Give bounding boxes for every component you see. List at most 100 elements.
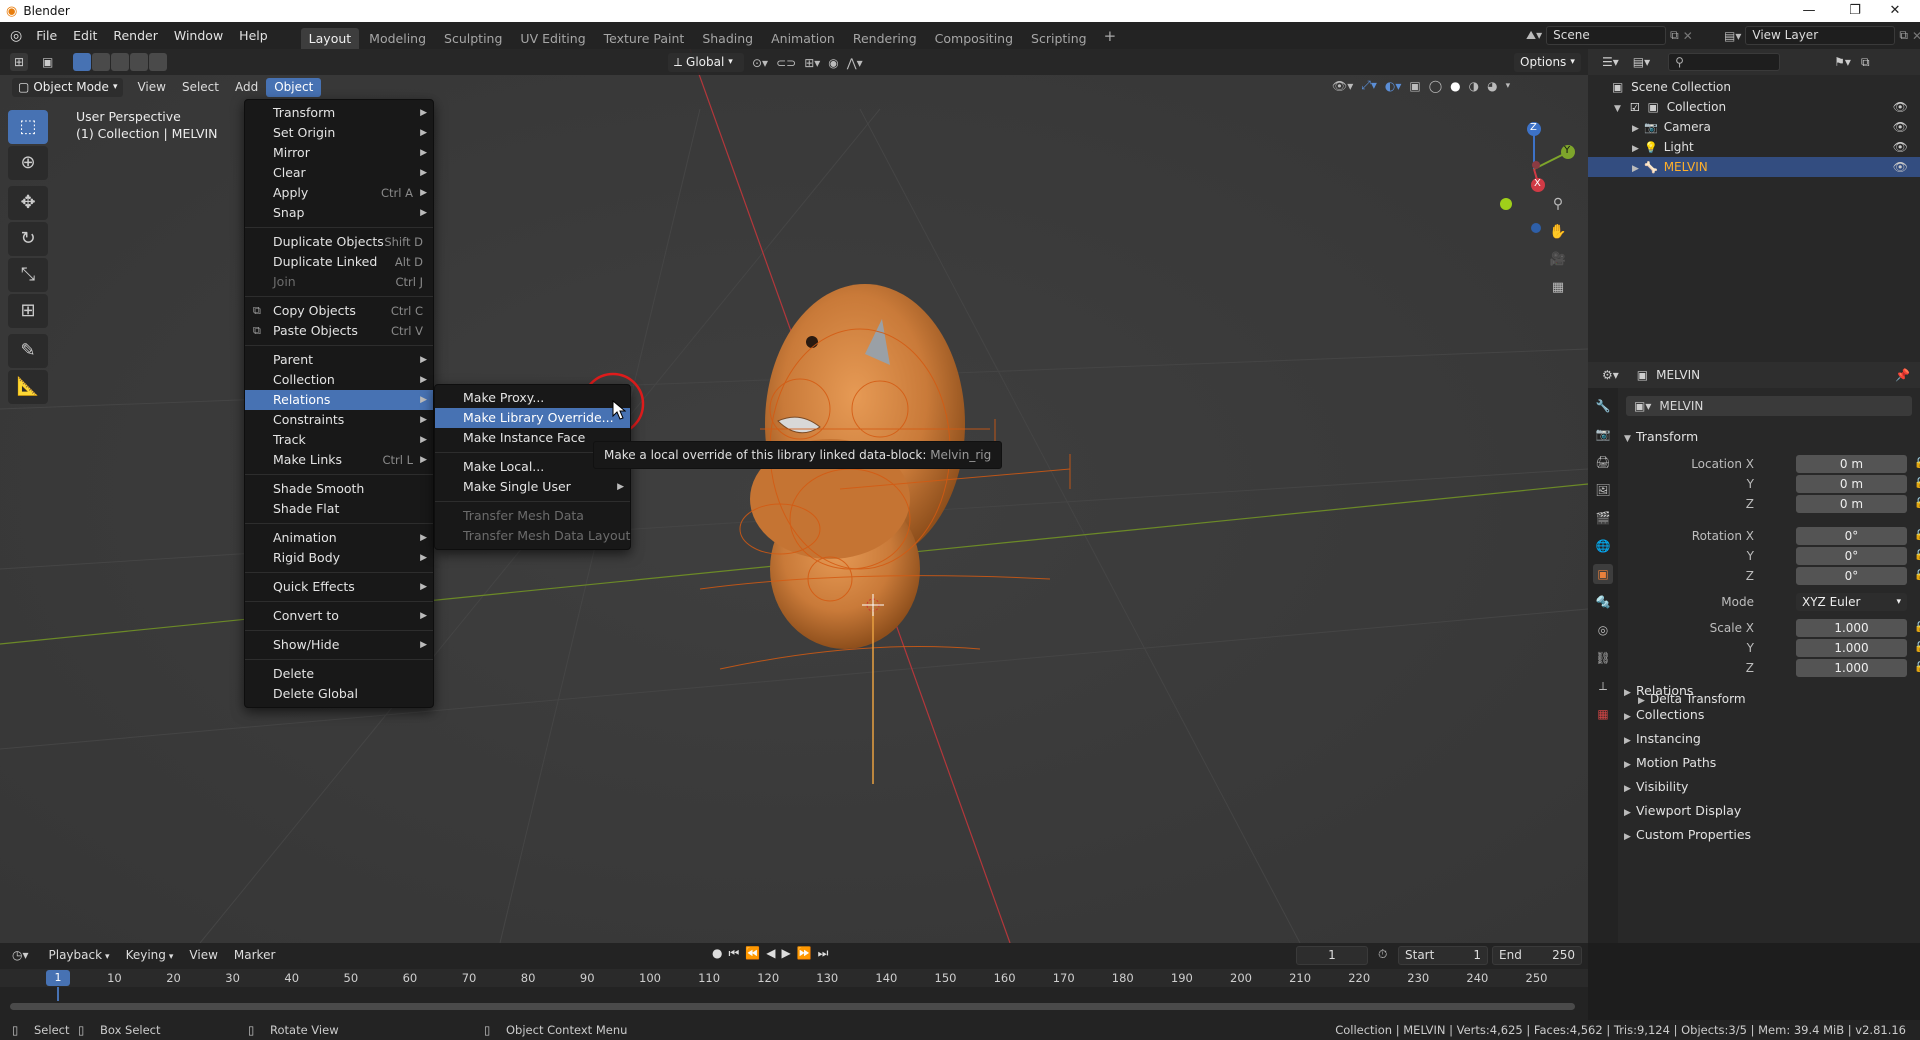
panel-motion-paths[interactable]: ▶ Motion Paths [1624, 752, 1716, 774]
record-icon[interactable]: ● [712, 946, 722, 961]
object-menu-item-duplicate-linked[interactable]: Duplicate Linked Alt D [245, 252, 433, 272]
select-invert-icon[interactable] [130, 53, 149, 71]
scale-tool[interactable]: ⤡ [8, 258, 48, 292]
start-frame-field[interactable]: Start 1 [1398, 946, 1488, 965]
select-intersect-icon[interactable] [149, 53, 168, 71]
menu-file[interactable]: File [28, 22, 65, 49]
tab-animation[interactable]: Animation [763, 28, 843, 49]
tab-shading[interactable]: Shading [694, 28, 761, 49]
transform-tool[interactable]: ⊞ [8, 294, 48, 328]
checkbox-icon[interactable]: ☑ [1630, 101, 1640, 114]
select-new-icon[interactable] [73, 53, 92, 71]
field-scale-z[interactable]: 1.000 [1796, 659, 1907, 677]
menu-help[interactable]: Help [231, 22, 276, 49]
eye-icon[interactable]: 👁 [1893, 117, 1908, 137]
outliner-editor-icon[interactable]: ☰▾ [1602, 55, 1619, 69]
object-menu-item-duplicate-objects[interactable]: Duplicate Objects Shift D [245, 232, 433, 252]
next-keyframe-icon[interactable]: ⏩ [797, 946, 812, 961]
material-shading-icon[interactable]: ◑ [1469, 79, 1479, 93]
expand-triangle-icon[interactable]: ▶ [1632, 139, 1644, 159]
timeline-scrollbar[interactable] [10, 1003, 1575, 1010]
eye-icon[interactable]: 👁 [1893, 97, 1908, 117]
scene-icon[interactable]: ⛰▾ [1526, 28, 1542, 43]
tab-texture-paint[interactable]: Texture Paint [596, 28, 693, 49]
object-menu-item-constraints[interactable]: Constraints ▶ [245, 410, 433, 430]
scene-name-field[interactable]: Scene [1546, 26, 1667, 45]
outliner-item-melvin[interactable]: ▶ 🦴 MELVIN 👁 [1588, 157, 1920, 177]
jump-start-icon[interactable]: ⏮ [728, 946, 739, 961]
delete-scene-icon[interactable]: ✕ [1683, 29, 1693, 43]
zoom-icon[interactable]: ⚲ [1548, 194, 1568, 214]
timeline-menu-view[interactable]: View [181, 946, 225, 965]
tab-compositing[interactable]: Compositing [927, 28, 1021, 49]
end-frame-field[interactable]: End 250 [1492, 946, 1582, 965]
field-rotation-z[interactable]: 0° [1796, 567, 1907, 585]
rotation-mode-dropdown[interactable]: XYZ Euler ▾ [1796, 593, 1907, 611]
panel-relations[interactable]: ▶ Relations [1624, 680, 1693, 702]
eye-icon[interactable]: 👁 [1893, 157, 1908, 177]
ortho-grid-icon[interactable]: ▦ [1548, 278, 1568, 298]
transform-panel-header[interactable]: ▼ Transform [1624, 426, 1698, 448]
object-menu-item-parent[interactable]: Parent ▶ [245, 350, 433, 370]
menu-render[interactable]: Render [105, 22, 166, 49]
timeline-editor-icon[interactable]: ◷▾ [12, 948, 29, 962]
panel-instancing[interactable]: ▶ Instancing [1624, 728, 1701, 750]
tab-rendering[interactable]: Rendering [845, 28, 925, 49]
xray-icon[interactable]: ▣ [1409, 79, 1420, 93]
object-menu-item-quick-effects[interactable]: Quick Effects ▶ [245, 577, 433, 597]
outliner-scene-collection[interactable]: ▣ Scene Collection [1588, 77, 1920, 97]
lock-icon[interactable]: 🔓 [1914, 546, 1920, 566]
object-menu-item-shade-smooth[interactable]: Shade Smooth [245, 479, 433, 499]
eye-icon[interactable]: 👁 [1893, 137, 1908, 157]
minimize-button[interactable]: — [1786, 0, 1832, 22]
tool-tab-icon[interactable]: 🔧 [1593, 396, 1613, 416]
snap-magnet-icon[interactable]: ⊂⊃ [776, 56, 796, 70]
constraint-tab-icon[interactable]: ⛓ [1593, 648, 1613, 668]
gizmo-toggle-icon[interactable]: ⤢▾ [1361, 78, 1377, 93]
lock-icon[interactable]: 🔓 [1914, 566, 1920, 586]
new-scene-icon[interactable]: ⧉ [1670, 28, 1679, 43]
menu-window[interactable]: Window [166, 22, 231, 49]
object-menu-item-set-origin[interactable]: Set Origin ▶ [245, 123, 433, 143]
object-menu-item-copy-objects[interactable]: ⧉ Copy Objects Ctrl C [245, 301, 433, 321]
lock-icon[interactable]: 🔓 [1914, 658, 1920, 678]
measure-tool[interactable]: 📐 [8, 370, 48, 404]
wireframe-shading-icon[interactable]: ◯ [1429, 79, 1442, 93]
prev-keyframe-icon[interactable]: ⏪ [745, 946, 760, 961]
panel-custom-properties[interactable]: ▶ Custom Properties [1624, 824, 1751, 846]
timeline-menu-playback[interactable]: Playback ▾ [41, 946, 118, 965]
physics-tab-icon[interactable]: ◎ [1593, 620, 1613, 640]
play-reverse-icon[interactable]: ◀ [766, 946, 775, 961]
snap-target-icon[interactable]: ⊞▾ [804, 56, 820, 70]
new-view-layer-icon[interactable]: ⧉ [1899, 28, 1908, 43]
field-scale-y[interactable]: 1.000 [1796, 639, 1907, 657]
transform-orientation-dropdown[interactable]: ⟂ Global ▾ [668, 53, 744, 72]
editor-type-icon[interactable]: ⊞ [10, 53, 28, 71]
expand-triangle-icon[interactable]: ▶ [1632, 119, 1644, 139]
field-location-y[interactable]: 0 m [1796, 475, 1907, 493]
tab-uv-editing[interactable]: UV Editing [512, 28, 593, 49]
view-layer-field[interactable]: View Layer [1745, 26, 1896, 45]
lock-icon[interactable]: 🔓 [1914, 494, 1920, 514]
timeline-menu-marker[interactable]: Marker [226, 946, 283, 965]
field-scale-x[interactable]: 1.000 [1796, 619, 1907, 637]
field-rotation-y[interactable]: 0° [1796, 547, 1907, 565]
relations-menu-item-make-single-user[interactable]: Make Single User ▶ [435, 477, 630, 497]
properties-editor-icon[interactable]: ⚙▾ [1602, 368, 1619, 382]
pan-hand-icon[interactable]: ✋ [1548, 222, 1568, 242]
playhead-marker[interactable]: 1 [46, 970, 70, 986]
object-menu-item-snap[interactable]: Snap ▶ [245, 203, 433, 223]
object-menu-item-show-hide[interactable]: Show/Hide ▶ [245, 635, 433, 655]
object-menu-item-shade-flat[interactable]: Shade Flat [245, 499, 433, 519]
3d-viewport[interactable]: Z Y X ⚲ ✋ 🎥 ▦ [0, 49, 1588, 943]
lock-icon[interactable]: 🔓 [1914, 526, 1920, 546]
delete-view-layer-icon[interactable]: ✕ [1912, 29, 1920, 43]
pivot-point-icon[interactable]: ⊙▾ [752, 56, 768, 70]
cursor-tool[interactable]: ⊕ [8, 146, 48, 180]
scene-tab-icon[interactable]: 🎬 [1593, 508, 1613, 528]
jump-end-icon[interactable]: ⏭ [818, 946, 829, 961]
falloff-icon[interactable]: ⋀▾ [847, 56, 863, 70]
relations-menu-item-make-proxy[interactable]: Make Proxy... [435, 388, 630, 408]
object-menu-item-animation[interactable]: Animation ▶ [245, 528, 433, 548]
overlay-toggle-icon[interactable]: ◐▾ [1385, 79, 1402, 93]
